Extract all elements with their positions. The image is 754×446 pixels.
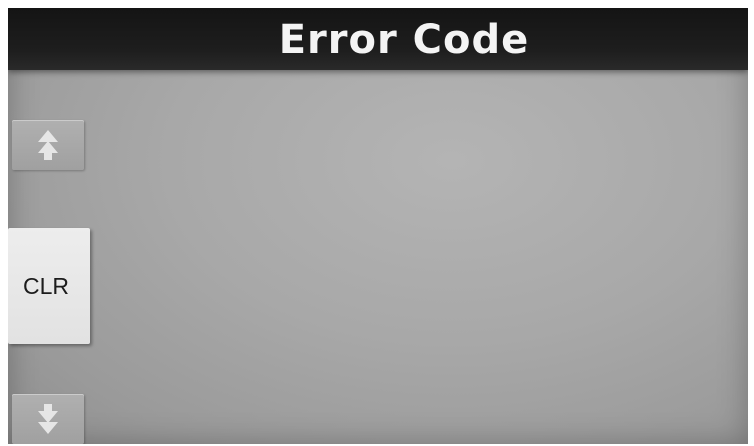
scroll-up-button[interactable] xyxy=(12,120,84,170)
double-up-arrow-icon xyxy=(35,128,61,162)
page-title: Error Code xyxy=(278,17,530,63)
scroll-down-button[interactable] xyxy=(12,394,84,444)
clear-button[interactable]: CLR xyxy=(8,228,90,344)
error-code-screen: Error Code CLR xyxy=(8,8,748,444)
double-down-arrow-icon xyxy=(35,402,61,436)
title-bar: Error Code xyxy=(8,8,748,70)
clear-button-label: CLR xyxy=(22,272,69,299)
